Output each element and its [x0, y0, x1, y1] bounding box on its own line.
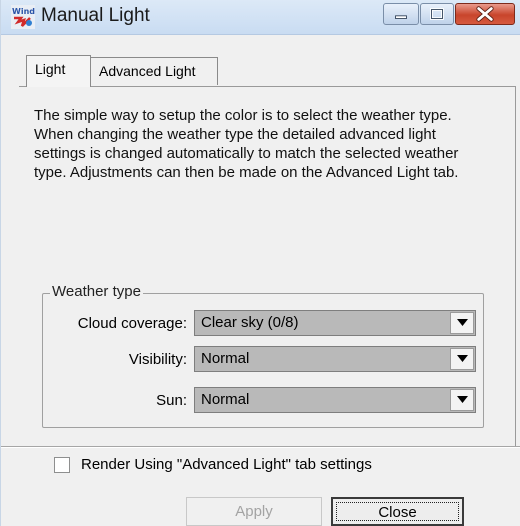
tab-light[interactable]: Light [26, 55, 91, 87]
separator [1, 446, 520, 448]
chevron-down-icon [457, 396, 468, 403]
wind-app-icon: Wind [11, 5, 35, 29]
window-close-button[interactable] [455, 3, 515, 25]
window-title: Manual Light [41, 5, 150, 26]
description-text: The simple way to setup the color is to … [34, 107, 459, 181]
weather-type-legend: Weather type [50, 283, 143, 300]
visibility-select[interactable]: Normal [194, 346, 476, 372]
minimize-icon [395, 15, 407, 19]
visibility-value: Normal [201, 350, 250, 367]
render-advanced-checkbox[interactable] [54, 457, 70, 473]
render-advanced-label[interactable]: Render Using "Advanced Light" tab settin… [81, 456, 372, 473]
cloud-coverage-dropdown-button[interactable] [450, 312, 474, 334]
tab-advanced-light-label: Advanced Light [99, 63, 196, 79]
close-button-label: Close [378, 504, 417, 521]
cloud-coverage-label: Cloud coverage: [77, 315, 187, 332]
cloud-coverage-select[interactable]: Clear sky (0/8) [194, 310, 476, 336]
chevron-down-icon [457, 355, 468, 362]
apply-button[interactable]: Apply [186, 497, 322, 526]
tab-advanced-light[interactable]: Advanced Light [90, 57, 218, 85]
manual-light-dialog: Wind Manual Light Light Advanced Light T… [0, 0, 520, 526]
svg-text:Wind: Wind [12, 7, 35, 16]
cloud-coverage-value: Clear sky (0/8) [201, 314, 299, 331]
sun-value: Normal [201, 391, 250, 408]
tab-light-label: Light [35, 61, 66, 77]
apply-button-label: Apply [235, 503, 273, 520]
maximize-button[interactable] [420, 3, 454, 25]
chevron-down-icon [457, 319, 468, 326]
close-button[interactable]: Close [331, 497, 464, 526]
visibility-label: Visibility: [128, 351, 187, 368]
maximize-icon [430, 8, 444, 20]
sun-dropdown-button[interactable] [450, 389, 474, 411]
title-bar[interactable]: Wind Manual Light [1, 0, 520, 35]
sun-select[interactable]: Normal [194, 387, 476, 413]
visibility-dropdown-button[interactable] [450, 348, 474, 370]
sun-label: Sun: [156, 392, 187, 409]
close-icon [476, 6, 494, 22]
minimize-button[interactable] [383, 3, 419, 25]
